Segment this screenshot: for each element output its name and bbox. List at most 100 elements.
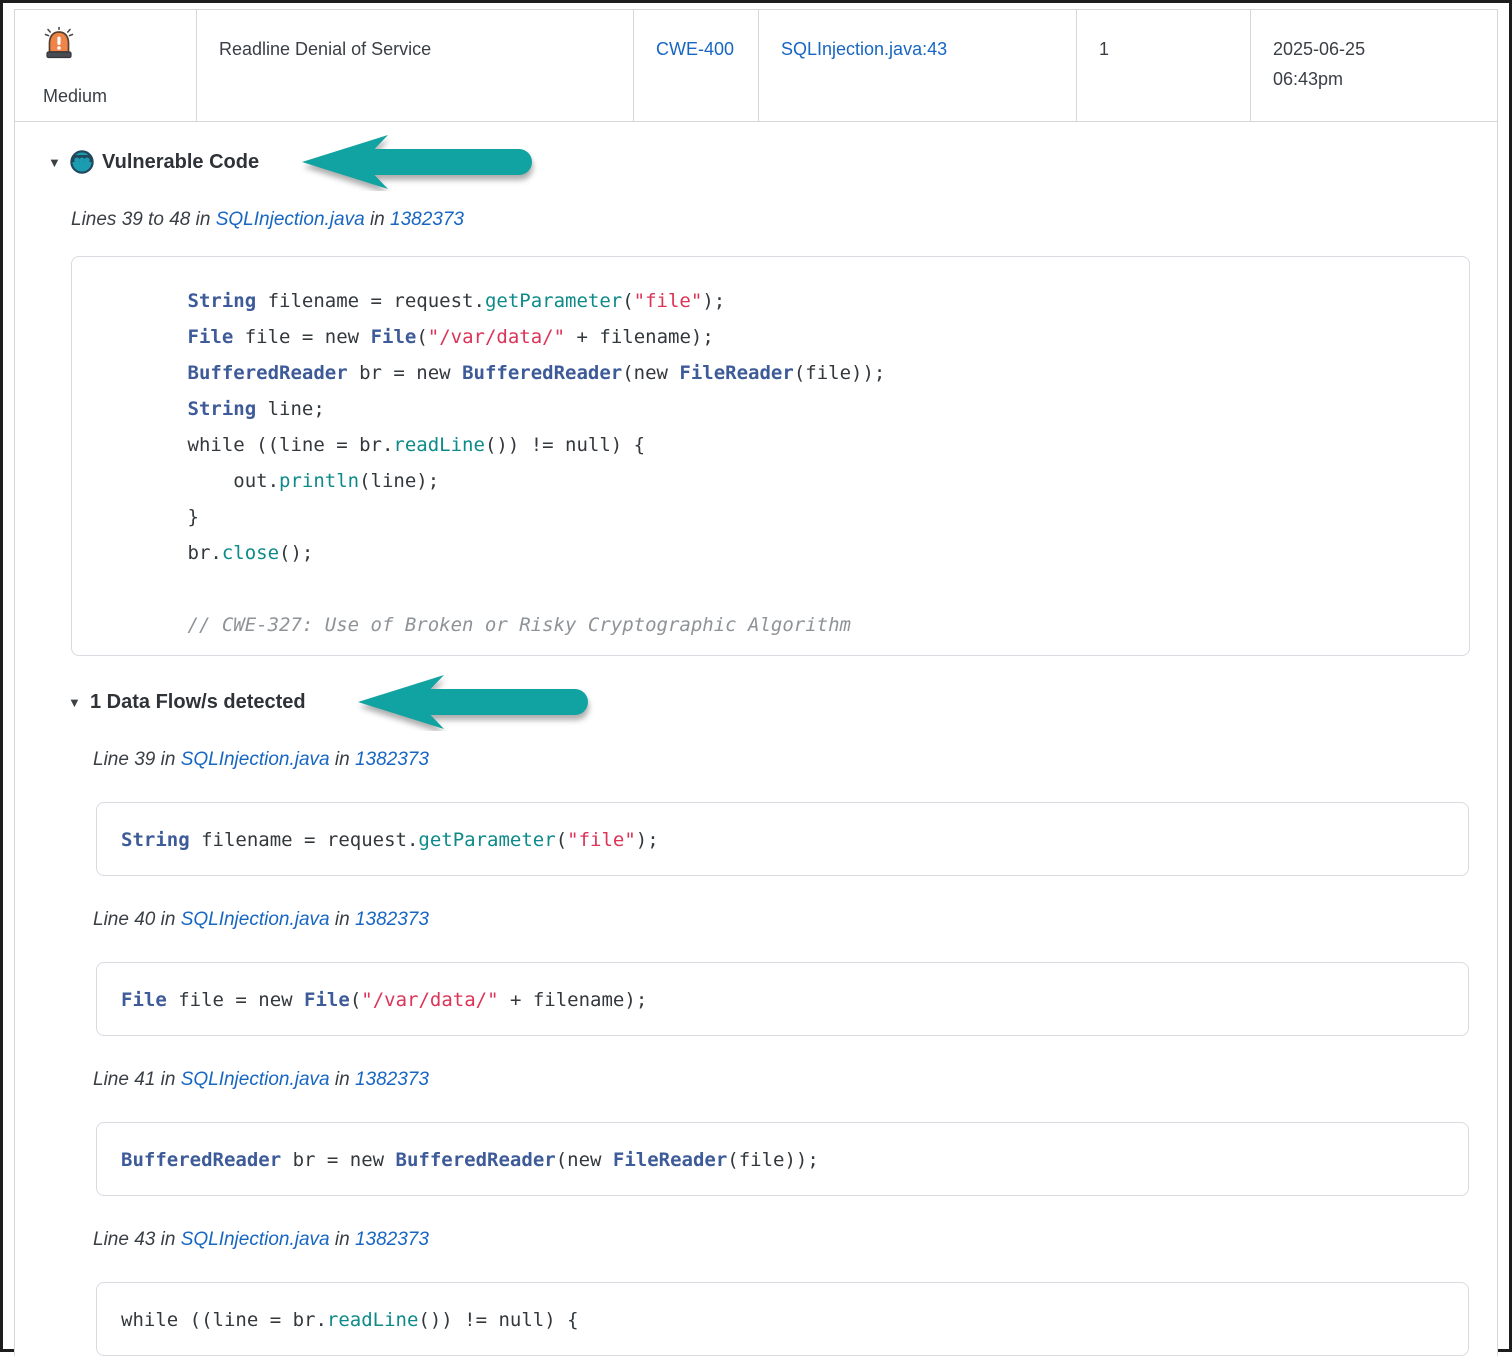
code-token: filename = request. <box>256 290 485 312</box>
code-token: ); <box>702 290 725 312</box>
siren-icon <box>43 26 75 64</box>
code-line: } <box>96 499 1445 535</box>
code-context-line: Lines 39 to 48 in SQLInjection.java in 1… <box>71 209 1457 231</box>
severity-label: Medium <box>43 81 180 111</box>
code-token: BufferedReader <box>396 1149 556 1171</box>
finding-title: Readline Denial of Service <box>219 39 431 59</box>
collapse-caret-icon[interactable]: ▼ <box>68 695 82 710</box>
code-line: String filename = request.getParameter("… <box>121 827 1444 853</box>
section-title: Vulnerable Code <box>102 151 259 174</box>
file-link[interactable]: SQLInjection.java <box>216 209 365 230</box>
context-mid: in <box>335 1229 350 1250</box>
code-line: File file = new File("/var/data/" + file… <box>96 319 1445 355</box>
context-prefix: Line 40 in <box>93 909 175 930</box>
code-token <box>96 362 188 384</box>
context-mid: in <box>335 749 350 770</box>
count-cell: 1 <box>1077 10 1251 121</box>
context-mid: in <box>335 909 350 930</box>
code-token: "file" <box>634 290 703 312</box>
finding-detail-body: ▼ Vulnerable Code Lines 39 to 48 in SQLI… <box>15 149 1497 1356</box>
code-token: BufferedReader <box>121 1149 281 1171</box>
code-line: // CWE-327: Use of Broken or Risky Crypt… <box>96 607 1445 643</box>
code-line: out.println(line); <box>96 463 1445 499</box>
build-link[interactable]: 1382373 <box>355 1069 429 1090</box>
code-token: println <box>279 470 359 492</box>
code-token: "file" <box>567 829 636 851</box>
code-token: br = new <box>348 362 462 384</box>
location-link[interactable]: SQLInjection.java:43 <box>781 39 947 59</box>
build-link[interactable]: 1382373 <box>355 1229 429 1250</box>
code-token: (line); <box>359 470 439 492</box>
left-arrow-icon <box>356 673 596 731</box>
code-token <box>96 326 188 348</box>
cwe-cell: CWE-400 <box>634 10 759 121</box>
file-link[interactable]: SQLInjection.java <box>181 909 330 930</box>
code-token: String <box>188 398 257 420</box>
code-token: out. <box>96 470 279 492</box>
flow-context-line: Line 41 in SQLInjection.java in 1382373 <box>93 1069 1457 1091</box>
code-line: File file = new File("/var/data/" + file… <box>121 987 1444 1013</box>
section-title: 1 Data Flow/s detected <box>90 691 306 714</box>
code-token: String <box>121 829 190 851</box>
code-token: BufferedReader <box>462 362 622 384</box>
code-line: BufferedReader br = new BufferedReader(n… <box>121 1147 1444 1173</box>
code-token: (new <box>622 362 679 384</box>
flow-code-block: File file = new File("/var/data/" + file… <box>96 962 1469 1036</box>
code-token: file = new <box>233 326 370 348</box>
code-token: FileReader <box>679 362 793 384</box>
code-token <box>96 398 188 420</box>
code-token: ()) != null) { <box>418 1309 578 1331</box>
code-line: BufferedReader br = new BufferedReader(n… <box>96 355 1445 391</box>
code-token: close <box>222 542 279 564</box>
code-token: file = new <box>167 989 304 1011</box>
code-token: ()) != null) { <box>485 434 645 456</box>
flow-count: 1 <box>1099 39 1109 59</box>
flow-code-block: BufferedReader br = new BufferedReader(n… <box>96 1122 1469 1196</box>
code-line: String line; <box>96 391 1445 427</box>
flow-code-block: while ((line = br.readLine()) != null) { <box>96 1282 1469 1356</box>
timestamp-cell: 2025-06-25 06:43pm <box>1251 10 1497 121</box>
code-token: (); <box>279 542 313 564</box>
code-token: File <box>304 989 350 1011</box>
file-link[interactable]: SQLInjection.java <box>181 1229 330 1250</box>
code-token: + filename); <box>565 326 714 348</box>
severity-cell: Medium <box>15 10 197 121</box>
code-token: // CWE-327: Use of Broken or Risky Crypt… <box>96 614 851 636</box>
flow-context-line: Line 40 in SQLInjection.java in 1382373 <box>93 909 1457 931</box>
code-line: while ((line = br.readLine()) != null) { <box>121 1307 1444 1333</box>
flow-code-block: String filename = request.getParameter("… <box>96 802 1469 876</box>
code-token: br. <box>96 542 222 564</box>
code-token: getParameter <box>485 290 622 312</box>
code-token: (file)); <box>794 362 886 384</box>
collapse-caret-icon[interactable]: ▼ <box>48 155 62 170</box>
code-token <box>96 290 188 312</box>
build-link[interactable]: 1382373 <box>355 749 429 770</box>
build-link[interactable]: 1382373 <box>390 209 464 230</box>
left-arrow-icon <box>300 133 540 191</box>
flow-context-line: Line 39 in SQLInjection.java in 1382373 <box>93 749 1457 771</box>
finding-time: 06:43pm <box>1273 64 1475 94</box>
code-token: ( <box>622 290 633 312</box>
file-link[interactable]: SQLInjection.java <box>181 749 330 770</box>
cwe-link[interactable]: CWE-400 <box>656 39 734 59</box>
location-cell: SQLInjection.java:43 <box>759 10 1077 121</box>
code-token: (new <box>556 1149 613 1171</box>
code-token: ( <box>350 989 361 1011</box>
code-token: while ((line = br. <box>96 434 393 456</box>
code-token: File <box>121 989 167 1011</box>
build-link[interactable]: 1382373 <box>355 909 429 930</box>
context-mid: in <box>335 1069 350 1090</box>
data-flows-heading: ▼ 1 Data Flow/s detected <box>68 689 1457 715</box>
code-token: File <box>371 326 417 348</box>
context-prefix: Line 41 in <box>93 1069 175 1090</box>
code-token: + filename); <box>499 989 648 1011</box>
code-token: (file)); <box>727 1149 819 1171</box>
code-token: ( <box>416 326 427 348</box>
file-link[interactable]: SQLInjection.java <box>181 1069 330 1090</box>
finding-row: Medium Readline Denial of Service CWE-40… <box>15 10 1497 122</box>
code-token: filename = request. <box>190 829 419 851</box>
code-line: String filename = request.getParameter("… <box>96 283 1445 319</box>
code-line: while ((line = br.readLine()) != null) { <box>96 427 1445 463</box>
code-token: ); <box>636 829 659 851</box>
context-prefix: Line 43 in <box>93 1229 175 1250</box>
